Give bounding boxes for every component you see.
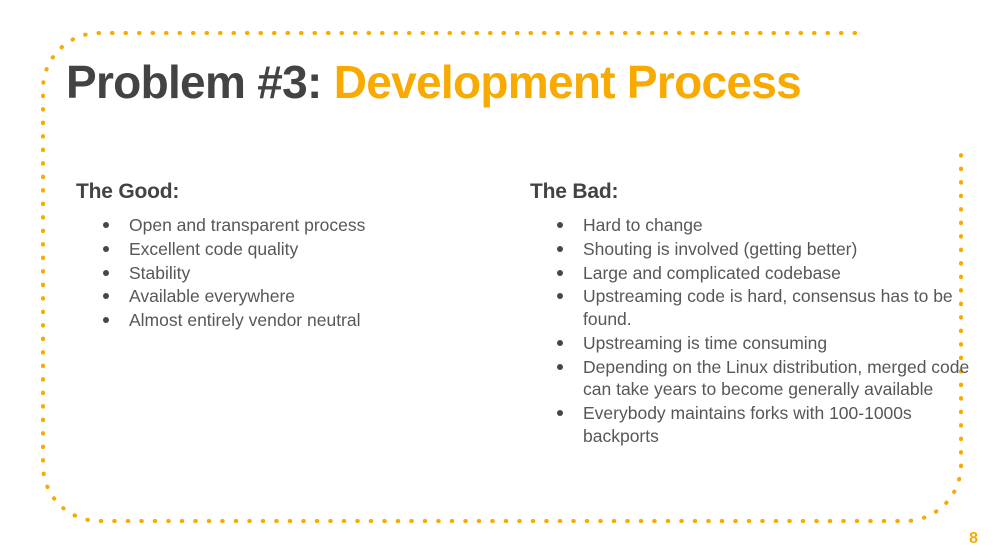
- bullet-dot-icon: [557, 410, 563, 416]
- list-item: Upstreaming is time consuming: [530, 332, 970, 355]
- column-heading-the-good: The Good:: [76, 180, 180, 203]
- bullet-dot-icon: [557, 245, 563, 252]
- list-item-label: Shouting is involved (getting better): [583, 238, 858, 259]
- bullet-dot-icon: [557, 293, 563, 300]
- bullet-dot-icon: [557, 222, 563, 228]
- list-item-label: Available everywhere: [129, 286, 296, 307]
- list-item-label: Excellent code quality: [129, 238, 299, 259]
- list-item: Upstreaming code is hard, consensus has …: [530, 285, 970, 331]
- list-item: Available everywhere: [76, 285, 516, 308]
- bullet-dot-icon: [103, 245, 109, 252]
- list-item-label: Depending on the Linux distribution, mer…: [583, 356, 970, 400]
- list-item-label: Stability: [129, 262, 191, 283]
- list-item: Almost entirely vendor neutral: [76, 309, 516, 332]
- list-item-label: Upstreaming is time consuming: [583, 332, 828, 353]
- list-item-label: Everybody maintains forks with 100-1000s…: [583, 403, 912, 446]
- list-item: Large and complicated codebase: [530, 262, 970, 285]
- slide-title-highlight: Development Process: [321, 56, 802, 108]
- bullet-dot-icon: [103, 222, 109, 228]
- list-item: Everybody maintains forks with 100-1000s…: [530, 402, 970, 448]
- bullet-list-the-bad: Hard to change Shouting is involved (get…: [530, 214, 970, 448]
- list-item: Depending on the Linux distribution, mer…: [530, 356, 970, 402]
- list-item-label: Almost entirely vendor neutral: [129, 310, 361, 330]
- list-item: Open and transparent process: [76, 214, 516, 237]
- list-item: Hard to change: [530, 214, 970, 237]
- list-item-label: Large and complicated codebase: [583, 262, 841, 283]
- bullet-dot-icon: [103, 269, 109, 276]
- bullet-dot-icon: [103, 317, 109, 323]
- bullet-dot-icon: [557, 363, 563, 370]
- slide-title: Problem #3: Development Process: [66, 56, 802, 108]
- slide-title-prefix: Problem #3:: [66, 56, 322, 108]
- page-number: 8: [969, 530, 978, 547]
- list-item-label: Open and transparent process: [129, 215, 366, 235]
- list-item-label: Hard to change: [583, 215, 703, 235]
- bullet-dot-icon: [557, 339, 563, 346]
- bullet-dot-icon: [557, 269, 563, 276]
- bullet-dot-icon: [103, 293, 109, 300]
- column-the-bad: The Bad: Hard to change Shouting is invo…: [530, 180, 970, 449]
- column-heading-the-bad: The Bad:: [530, 180, 619, 203]
- slide-canvas: Problem #3: Development Process The Good…: [0, 0, 1000, 560]
- list-item: Stability: [76, 262, 516, 285]
- bullet-list-the-good: Open and transparent process Excellent c…: [76, 214, 516, 332]
- list-item: Shouting is involved (getting better): [530, 238, 970, 261]
- list-item-label: Upstreaming code is hard, consensus has …: [583, 286, 953, 329]
- list-item: Excellent code quality: [76, 238, 516, 261]
- column-the-good: The Good: Open and transparent process E…: [76, 180, 516, 333]
